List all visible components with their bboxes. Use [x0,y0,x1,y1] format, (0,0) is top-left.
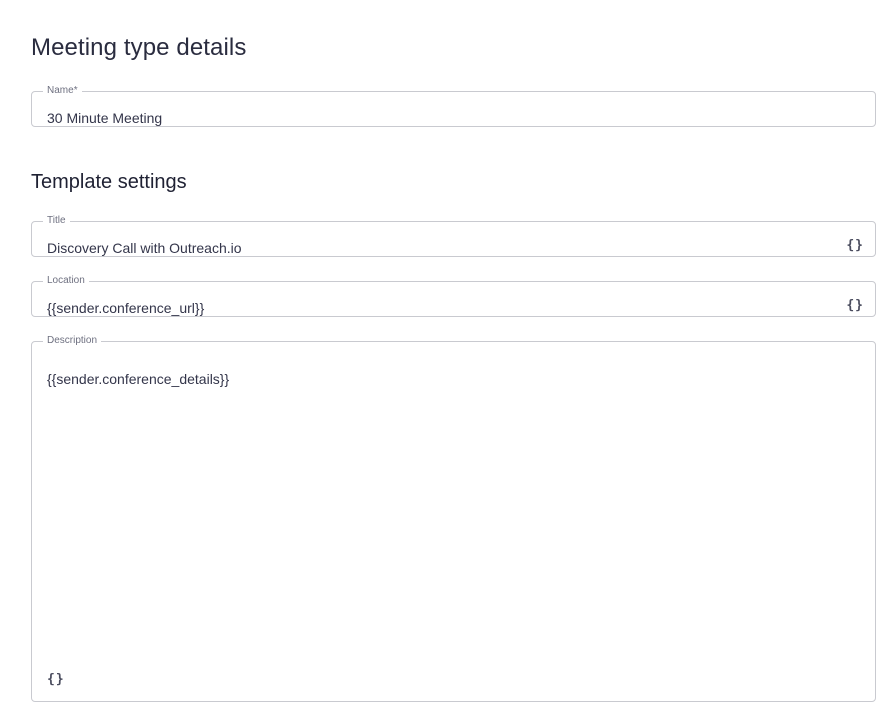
page-title: Meeting type details [31,34,247,61]
curly-braces-icon[interactable]: {} [846,298,864,313]
location-input[interactable]: {{sender.conference_url}} [47,300,204,316]
name-field[interactable]: Name* 30 Minute Meeting [31,86,876,127]
title-field[interactable]: Title Discovery Call with Outreach.io {} [31,216,876,257]
location-field[interactable]: Location {{sender.conference_url}} {} [31,276,876,317]
curly-braces-icon[interactable]: {} [846,238,864,253]
title-field-label: Title [47,215,66,226]
curly-braces-icon[interactable]: {} [47,672,65,687]
title-input[interactable]: Discovery Call with Outreach.io [47,240,242,256]
name-label-text: Name [47,85,74,96]
location-field-label: Location [47,275,85,286]
name-field-label: Name* [43,86,82,96]
description-field[interactable]: Description {{sender.conference_details}… [31,336,876,702]
required-marker: * [73,85,78,96]
description-textarea[interactable]: {{sender.conference_details}} [47,371,229,387]
description-field-label: Description [47,335,98,346]
name-input[interactable]: 30 Minute Meeting [47,110,162,126]
section-title-template-settings: Template settings [31,171,187,193]
meeting-type-form: Meeting type details Name* 30 Minute Mee… [0,0,894,715]
